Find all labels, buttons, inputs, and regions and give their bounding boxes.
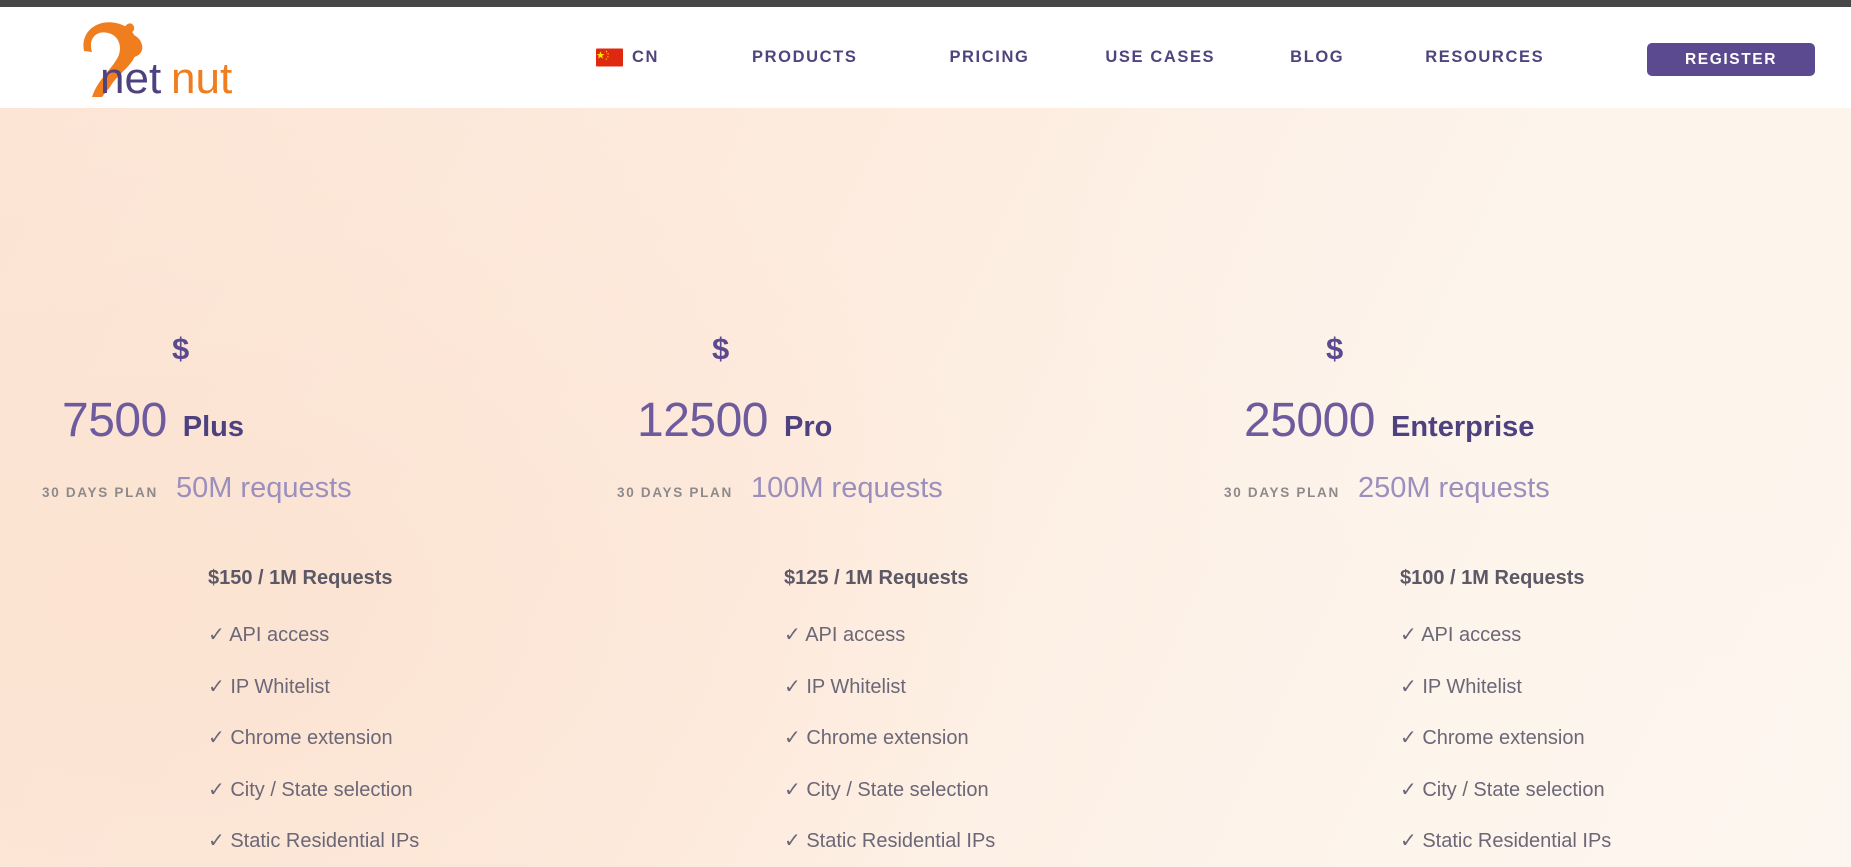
- logo-text-net: net: [100, 54, 161, 97]
- plan-subtitle-row: 30 DAYS PLAN 50M requests: [42, 474, 367, 503]
- feature-item: ✓ Static Residential IPs: [208, 830, 420, 853]
- feature-item: ✓ IP Whitelist: [1400, 675, 1522, 698]
- feature-item: ✓ Static Residential IPs: [1400, 830, 1612, 853]
- plan-price-amount: 12500: [637, 394, 768, 447]
- page-root: net nut CN PRODUCTS PRICING USE CASES BL…: [0, 0, 1851, 867]
- feature-item: ✓ City / State selection: [208, 778, 413, 801]
- currency-symbol-icon: $: [1326, 331, 1344, 366]
- feature-item: ✓ API access: [784, 624, 906, 646]
- feature-item: ✓ Chrome extension: [1400, 727, 1585, 750]
- plan-features-list: $100 / 1M Requests ✓ API access ✓ IP Whi…: [1400, 568, 1730, 867]
- plan-name: Plus: [182, 411, 245, 443]
- pricing-plan-pro: $ 12500 Pro 30 DAYS PLAN 100M requests $…: [617, 108, 1274, 867]
- pricing-plan-enterprise: $ 25000 Enterprise 30 DAYS PLAN 250M req…: [1224, 108, 1851, 867]
- plan-price-row: 25000 Enterprise: [1244, 397, 1564, 445]
- register-button[interactable]: REGISTER: [1647, 43, 1815, 76]
- plan-period-label: 30 DAYS PLAN: [617, 485, 733, 500]
- plan-rate-label: $100 / 1M Requests: [1400, 567, 1585, 589]
- plan-name: Pro: [783, 411, 833, 443]
- plan-requests-amount: 100M requests: [750, 472, 943, 504]
- browser-chrome-strip: [0, 0, 1851, 7]
- netnut-logo-svg: net nut: [83, 22, 232, 103]
- pricing-plans-container: $ 7500 Plus 30 DAYS PLAN 50M requests $1…: [0, 108, 1851, 867]
- plan-subtitle-row: 30 DAYS PLAN 250M requests: [1224, 474, 1564, 503]
- feature-item: ✓ API access: [208, 624, 330, 646]
- site-header: net nut CN PRODUCTS PRICING USE CASES BL…: [0, 7, 1851, 108]
- feature-item: ✓ Static Residential IPs: [784, 830, 996, 853]
- logo-text-nut: nut: [171, 54, 232, 97]
- feature-item: ✓ City / State selection: [1400, 778, 1605, 801]
- netnut-logo[interactable]: net nut: [62, 15, 272, 103]
- feature-item: ✓ IP Whitelist: [784, 675, 906, 698]
- currency-symbol-icon: $: [172, 331, 190, 366]
- plan-period-label: 30 DAYS PLAN: [1224, 485, 1340, 500]
- feature-item: ✓ IP Whitelist: [208, 675, 330, 698]
- pricing-section: $ 7500 Plus 30 DAYS PLAN 50M requests $1…: [0, 108, 1851, 867]
- plan-price-amount: 25000: [1244, 394, 1375, 447]
- plan-period-label: 30 DAYS PLAN: [42, 485, 158, 500]
- feature-item: ✓ City / State selection: [784, 778, 989, 801]
- feature-item: ✓ Chrome extension: [784, 727, 969, 750]
- plan-features-list: $150 / 1M Requests ✓ API access ✓ IP Whi…: [208, 568, 538, 867]
- plan-rate-label: $150 / 1M Requests: [208, 567, 393, 589]
- language-selector-cn[interactable]: CN: [596, 48, 659, 67]
- nav-item-blog[interactable]: BLOG: [1290, 48, 1344, 67]
- plan-price-row: 12500 Pro: [637, 397, 942, 445]
- feature-item: ✓ Chrome extension: [208, 727, 393, 750]
- nav-item-resources[interactable]: RESOURCES: [1425, 48, 1544, 67]
- plan-requests-amount: 250M requests: [1357, 472, 1550, 504]
- plan-price-row: 7500 Plus: [62, 397, 367, 445]
- plan-price-amount: 7500: [62, 394, 167, 447]
- currency-symbol-icon: $: [712, 331, 730, 366]
- pricing-plan-plus: $ 7500 Plus 30 DAYS PLAN 50M requests $1…: [0, 108, 637, 867]
- main-navigation: CN PRODUCTS PRICING USE CASES BLOG RESOU…: [596, 7, 1544, 108]
- nav-item-products[interactable]: PRODUCTS: [752, 48, 857, 67]
- plan-features-list: $125 / 1M Requests ✓ API access ✓ IP Whi…: [784, 568, 1114, 867]
- plan-requests-amount: 50M requests: [175, 472, 352, 504]
- feature-item: ✓ API access: [1400, 624, 1522, 646]
- plan-rate-label: $125 / 1M Requests: [784, 567, 969, 589]
- nav-item-use-cases[interactable]: USE CASES: [1105, 48, 1215, 67]
- flag-cn-icon: [596, 48, 623, 67]
- plan-name: Enterprise: [1390, 411, 1535, 443]
- plan-subtitle-row: 30 DAYS PLAN 100M requests: [617, 472, 943, 504]
- nav-item-pricing[interactable]: PRICING: [949, 48, 1029, 67]
- language-label-cn: CN: [632, 48, 660, 66]
